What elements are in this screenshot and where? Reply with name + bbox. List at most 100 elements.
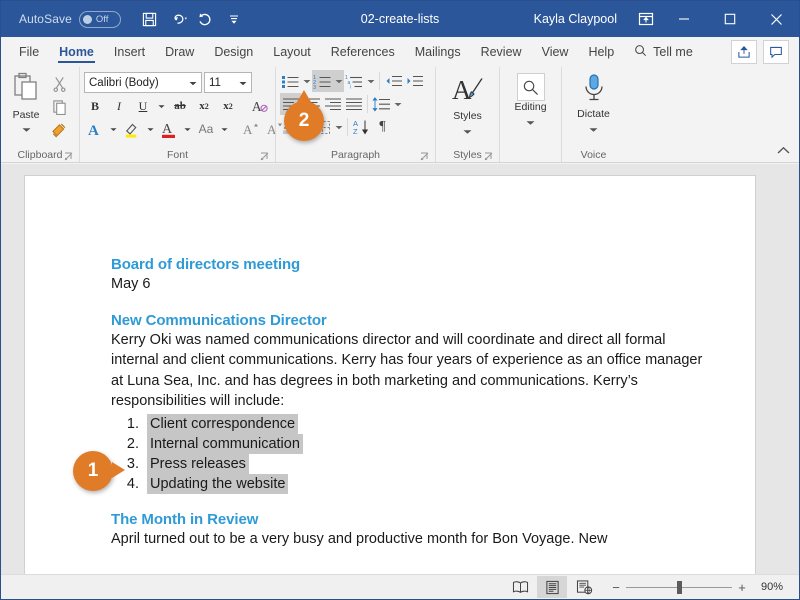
zoom-slider-thumb[interactable]: [676, 580, 682, 594]
tab-insert[interactable]: Insert: [104, 37, 155, 66]
web-layout-icon[interactable]: [569, 576, 599, 598]
underline-dropdown-icon[interactable]: [156, 95, 167, 117]
zoom-level-label[interactable]: 90%: [761, 581, 789, 593]
font-dialog-launcher-icon[interactable]: [260, 152, 269, 161]
clipboard-dialog-launcher-icon[interactable]: [64, 152, 73, 161]
strikethrough-label: ab: [174, 100, 186, 112]
paragraph-divider-3: [347, 118, 348, 136]
change-case-dropdown-icon[interactable]: [219, 118, 230, 140]
chevron-down-icon: [22, 120, 31, 138]
underline-button[interactable]: U: [132, 95, 154, 117]
strikethrough-button[interactable]: ab: [169, 95, 191, 117]
numbered-list[interactable]: 1. Client correspondence 2. Internal com…: [111, 413, 707, 494]
justify-button[interactable]: [343, 93, 364, 115]
increase-indent-button[interactable]: [404, 70, 425, 92]
text-effects-dropdown-icon[interactable]: [108, 118, 119, 140]
tab-draw-label: Draw: [165, 44, 195, 59]
tab-home[interactable]: Home: [49, 37, 104, 66]
bullets-dropdown-icon[interactable]: [301, 70, 312, 92]
styles-button[interactable]: A Styles: [440, 70, 495, 140]
decrease-indent-button[interactable]: [383, 70, 404, 92]
italic-button[interactable]: I: [108, 95, 130, 117]
print-layout-icon[interactable]: [537, 576, 567, 598]
undo-icon[interactable]: [165, 6, 191, 32]
paragraph-dialog-launcher-icon[interactable]: [420, 152, 429, 161]
zoom-in-button[interactable]: +: [737, 580, 747, 595]
tab-mailings[interactable]: Mailings: [405, 37, 471, 66]
format-painter-icon[interactable]: [47, 119, 71, 141]
editing-button[interactable]: Editing: [504, 70, 557, 131]
heading-new-communications-director: New Communications Director: [111, 311, 327, 329]
comments-icon[interactable]: [763, 39, 789, 64]
tab-review[interactable]: Review: [471, 37, 532, 66]
read-mode-icon[interactable]: [505, 576, 535, 598]
tell-me-search[interactable]: Tell me: [624, 37, 703, 66]
align-right-button[interactable]: [322, 93, 343, 115]
highlight-dropdown-icon[interactable]: [145, 118, 156, 140]
font-color-icon[interactable]: A: [158, 118, 180, 140]
tab-help[interactable]: Help: [578, 37, 624, 66]
autosave-toggle[interactable]: Off: [78, 10, 121, 28]
font-size-input[interactable]: 11: [204, 72, 252, 93]
ribbon-display-options-icon[interactable]: [631, 1, 661, 37]
dictate-button[interactable]: Dictate: [566, 70, 621, 138]
copy-icon[interactable]: [47, 96, 71, 118]
close-button[interactable]: [753, 1, 799, 37]
zoom-slider[interactable]: [626, 580, 732, 594]
collapse-ribbon-icon[interactable]: [775, 142, 791, 158]
numbering-dropdown-icon[interactable]: [333, 70, 344, 92]
italic-label: I: [117, 98, 121, 113]
redo-icon[interactable]: [193, 6, 219, 32]
font-name-input[interactable]: Calibri (Body): [84, 72, 202, 93]
zoom-out-button[interactable]: −: [611, 580, 621, 595]
change-case-button[interactable]: Aa: [195, 118, 217, 140]
superscript-button[interactable]: x2: [217, 95, 239, 117]
tab-layout[interactable]: Layout: [263, 37, 321, 66]
subscript-button[interactable]: x2: [193, 95, 215, 117]
bold-button[interactable]: B: [84, 95, 106, 117]
tab-draw[interactable]: Draw: [155, 37, 204, 66]
user-account-name[interactable]: Kayla Claypool: [534, 12, 617, 26]
share-icon[interactable]: [731, 39, 757, 64]
editing-label: Editing: [514, 101, 547, 113]
superscript-index: 2: [228, 101, 233, 111]
document-canvas[interactable]: Board of directors meeting May 6 New Com…: [1, 164, 799, 574]
sort-button[interactable]: AZ: [351, 116, 372, 138]
list-item[interactable]: 4. Updating the website: [111, 473, 707, 494]
clear-formatting-icon[interactable]: A: [249, 95, 271, 117]
tab-file[interactable]: File: [9, 37, 49, 66]
paste-button[interactable]: Paste: [5, 70, 47, 138]
document-page[interactable]: Board of directors meeting May 6 New Com…: [25, 176, 755, 574]
save-icon[interactable]: [137, 6, 163, 32]
bullets-button[interactable]: [280, 70, 301, 92]
chevron-down-icon[interactable]: [239, 77, 247, 89]
show-formatting-marks-button[interactable]: ¶: [372, 116, 393, 138]
grow-font-icon[interactable]: A: [240, 118, 262, 140]
list-item[interactable]: 1. Client correspondence: [111, 413, 707, 434]
list-item-text: Internal communication: [147, 433, 303, 454]
text-effects-icon[interactable]: A: [84, 118, 106, 140]
cut-icon[interactable]: [47, 73, 71, 95]
line-spacing-button[interactable]: [371, 93, 392, 115]
list-item[interactable]: 3. Press releases: [111, 453, 707, 474]
multilevel-dropdown-icon[interactable]: [365, 70, 376, 92]
line-spacing-dropdown-icon[interactable]: [392, 93, 403, 115]
list-item[interactable]: 2. Internal communication: [111, 433, 707, 454]
maximize-button[interactable]: [707, 1, 753, 37]
borders-dropdown-icon[interactable]: [333, 116, 344, 138]
svg-text:i: i: [350, 84, 351, 89]
tab-references[interactable]: References: [321, 37, 405, 66]
tab-view-label: View: [541, 44, 569, 59]
minimize-button[interactable]: [661, 1, 707, 37]
multilevel-list-button[interactable]: 1ai: [344, 70, 365, 92]
numbering-button[interactable]: 123: [312, 70, 333, 92]
list-item-number: 2.: [126, 435, 139, 452]
text-highlight-color-icon[interactable]: [121, 118, 143, 140]
chevron-down-icon[interactable]: [189, 77, 197, 89]
change-case-label: Aa: [198, 122, 214, 136]
tab-view[interactable]: View: [532, 37, 579, 66]
customize-quick-access-icon[interactable]: [221, 6, 247, 32]
tab-design[interactable]: Design: [204, 37, 263, 66]
font-color-dropdown-icon[interactable]: [182, 118, 193, 140]
styles-dialog-launcher-icon[interactable]: [484, 152, 493, 161]
